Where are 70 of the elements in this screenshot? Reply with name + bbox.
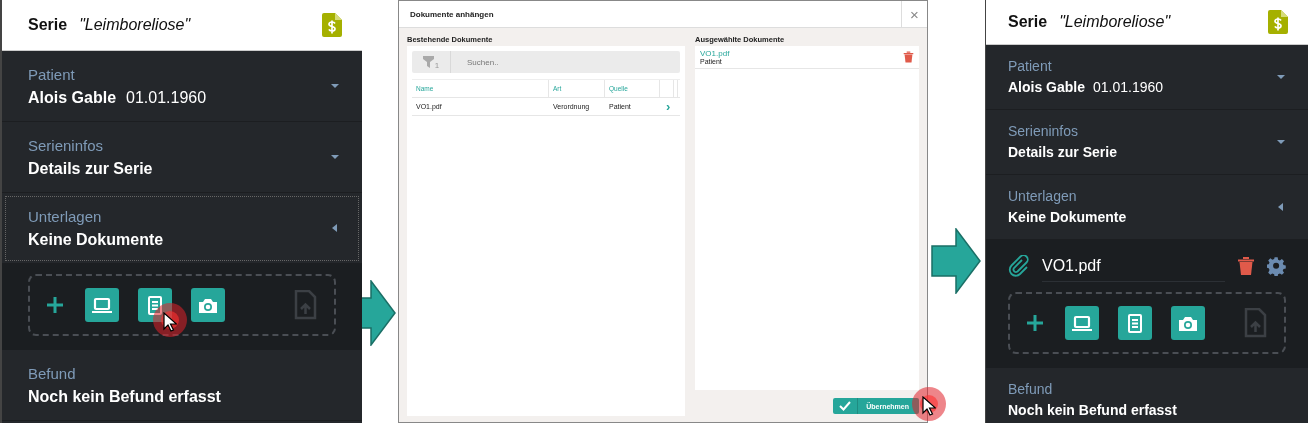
check-icon bbox=[839, 401, 852, 411]
delete-button[interactable] bbox=[1237, 256, 1255, 276]
section-label: Patient bbox=[28, 65, 76, 83]
invoice-file-icon bbox=[1268, 10, 1288, 34]
document-icon bbox=[146, 295, 164, 315]
expand-caret-icon bbox=[1276, 72, 1286, 82]
section-value: Keine Dokumente bbox=[1008, 209, 1127, 225]
file-upload-icon bbox=[293, 290, 317, 320]
section-header[interactable]: Befund Noch kein Befund erfasst bbox=[2, 350, 362, 421]
mouse-cursor-icon bbox=[922, 396, 936, 416]
document-icon bbox=[1126, 313, 1144, 333]
click-highlight bbox=[909, 384, 949, 423]
expand-caret-icon bbox=[330, 152, 340, 162]
trash-icon bbox=[1237, 256, 1255, 276]
series-label: Serie bbox=[1008, 13, 1048, 31]
camera-icon bbox=[198, 296, 218, 314]
click-highlight bbox=[150, 300, 190, 340]
filter-icon bbox=[422, 56, 434, 68]
section-header[interactable]: Serieninfos Details zur Serie bbox=[2, 122, 362, 193]
expand-caret-icon bbox=[1276, 137, 1286, 147]
section-value: Alois Gable bbox=[1008, 79, 1086, 95]
dialog-title: Dokumente anhängen bbox=[409, 9, 495, 19]
section-value: Details zur Serie bbox=[1008, 144, 1117, 160]
attachment-name: VO1.pdf bbox=[1042, 250, 1225, 282]
birth-date: 01.01.1960 bbox=[1093, 79, 1164, 95]
section-label: Unterlagen bbox=[28, 207, 103, 225]
file-upload-icon bbox=[1243, 308, 1267, 338]
section-label: Serieninfos bbox=[1008, 123, 1080, 139]
camera-button[interactable] bbox=[191, 288, 225, 322]
series-name: "Leimboreliose" bbox=[79, 16, 192, 34]
trash-icon bbox=[903, 51, 914, 63]
laptop-button[interactable] bbox=[85, 288, 119, 322]
section-label: Befund bbox=[28, 364, 77, 382]
collapse-caret-icon bbox=[1276, 202, 1286, 212]
document-name: VO1.pdf bbox=[700, 49, 731, 58]
laptop-button[interactable] bbox=[1065, 306, 1099, 340]
flow-arrow bbox=[931, 228, 981, 294]
section-label: Serieninfos bbox=[28, 136, 105, 154]
section-header[interactable]: Serieninfos Details zur Serie bbox=[986, 110, 1308, 175]
section-header[interactable]: Befund Noch kein Befund erfasst bbox=[986, 368, 1308, 423]
invoice-file-icon bbox=[322, 13, 342, 37]
mouse-cursor-icon bbox=[163, 312, 177, 332]
laptop-icon bbox=[92, 296, 112, 314]
filter-count: 1 bbox=[434, 60, 440, 70]
gear-icon bbox=[1267, 256, 1286, 276]
section-value: Noch kein Befund erfasst bbox=[28, 387, 221, 405]
section-header[interactable]: Patient Alois Gable 01.01.1960 bbox=[986, 45, 1308, 110]
laptop-icon bbox=[1072, 314, 1092, 332]
section-value: Alois Gable bbox=[28, 88, 117, 106]
expand-caret-icon bbox=[330, 81, 340, 91]
collapse-caret-icon bbox=[330, 223, 340, 233]
section-value: Details zur Serie bbox=[28, 159, 153, 177]
section-header[interactable]: Patient Alois Gable 01.01.1960 bbox=[2, 51, 362, 122]
birth-date: 01.01.1960 bbox=[126, 88, 207, 106]
section-value: Noch kein Befund erfasst bbox=[1008, 402, 1177, 418]
camera-icon bbox=[1178, 314, 1198, 332]
delete-button[interactable] bbox=[903, 51, 914, 63]
section-label: Befund bbox=[1008, 381, 1054, 397]
series-name: "Leimboreliose" bbox=[1059, 13, 1172, 31]
plus-icon bbox=[46, 296, 64, 314]
plus-icon bbox=[1026, 314, 1044, 332]
paperclip-icon bbox=[1008, 255, 1030, 277]
series-label: Serie bbox=[28, 16, 68, 34]
document-button[interactable] bbox=[138, 288, 172, 322]
section-label: Patient bbox=[1008, 58, 1053, 74]
settings-button[interactable] bbox=[1267, 256, 1286, 276]
section-label: Unterlagen bbox=[1008, 188, 1078, 204]
section-value: Keine Dokumente bbox=[28, 230, 164, 248]
section-header[interactable]: Unterlagen Keine Dokumente bbox=[2, 193, 362, 264]
camera-button[interactable] bbox=[1171, 306, 1205, 340]
